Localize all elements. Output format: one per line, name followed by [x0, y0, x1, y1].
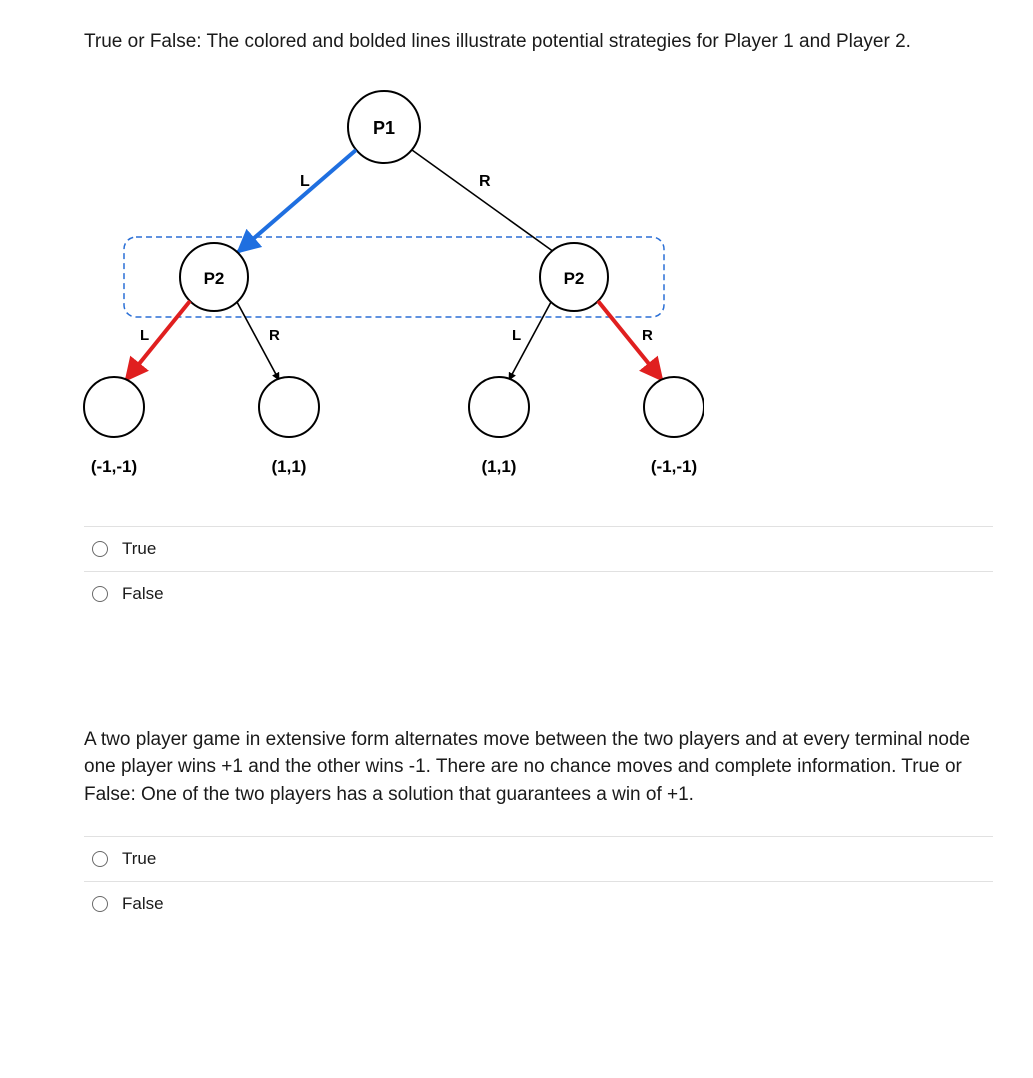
q1-option-true[interactable]: True [84, 527, 993, 572]
radio-icon [92, 541, 108, 557]
q2-option-false[interactable]: False [84, 882, 993, 926]
node-p2-right-label: P2 [564, 269, 585, 288]
edge-p2L-L-label: L [140, 327, 149, 344]
question-2-prompt: A two player game in extensive form alte… [84, 726, 993, 809]
q1-option-false[interactable]: False [84, 572, 993, 616]
terminal-LR [259, 377, 319, 437]
edge-p2R-L-label: L [512, 327, 521, 344]
edge-p2L-L [126, 301, 190, 380]
option-label: True [122, 539, 156, 559]
edge-p1-R-label: R [479, 173, 491, 190]
terminal-RR [644, 377, 704, 437]
edge-p1-L-label: L [300, 173, 310, 190]
terminal-RL [469, 377, 529, 437]
radio-icon [92, 586, 108, 602]
question-2-options: True False [84, 836, 993, 926]
game-tree-diagram: P1 L R P2 P2 L R (-1,-1) (1,1) L [64, 72, 704, 502]
question-1-prompt: True or False: The colored and bolded li… [84, 28, 993, 56]
payoff-LL: (-1,-1) [91, 457, 137, 476]
node-p2-left-label: P2 [204, 269, 225, 288]
radio-icon [92, 851, 108, 867]
option-label: False [122, 894, 164, 914]
option-label: False [122, 584, 164, 604]
payoff-LR: (1,1) [272, 457, 307, 476]
node-p1-label: P1 [373, 118, 395, 138]
payoff-RL: (1,1) [482, 457, 517, 476]
edge-p2R-R-label: R [642, 327, 653, 344]
terminal-LL [84, 377, 144, 437]
edge-p1-R [412, 150, 554, 252]
payoff-RR: (-1,-1) [651, 457, 697, 476]
option-label: True [122, 849, 156, 869]
radio-icon [92, 896, 108, 912]
question-1-options: True False [84, 526, 993, 616]
q2-option-true[interactable]: True [84, 837, 993, 882]
edge-p2L-R-label: R [269, 327, 280, 344]
